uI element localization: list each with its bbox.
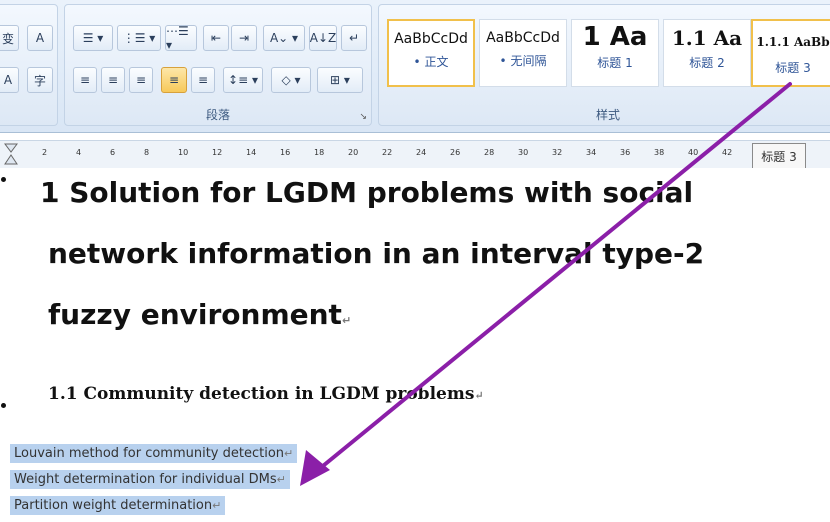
justify-button[interactable]: ≡ (161, 67, 187, 93)
style-preview: AaBbCcDd (394, 31, 468, 47)
paragraph-group-label: 段落 (205, 108, 230, 122)
ruler-tick-label: 40 (688, 148, 699, 157)
styles-group-label: 样式 (595, 108, 620, 122)
heading-2[interactable]: 1.1 Community detection in LGDM problems… (48, 384, 484, 404)
char-shading-button[interactable]: A (0, 67, 19, 93)
paragraph-group: ☰ ▾ ⋮☰ ▾ ⋯☰ ▾ ⇤ ⇥ A⌄ ▾ A↓Z ↵ ≡ ≡ ≡ ≡ ≡ ↕… (64, 4, 372, 126)
increase-indent-button[interactable]: ⇥ (231, 25, 257, 51)
distributed-button[interactable]: ≡ (191, 67, 215, 93)
document-page[interactable] (0, 168, 830, 522)
ruler-tick-label: 12 (212, 148, 223, 157)
ruler-tick-label: 32 (552, 148, 563, 157)
ruler-tick-label: 2 (42, 148, 48, 157)
ruler-tick-label: 38 (654, 148, 665, 157)
multilevel-list-button[interactable]: ⋯☰ ▾ (165, 24, 197, 52)
ruler-tick-label: 28 (484, 148, 495, 157)
style-preview: AaBbCcDd (486, 30, 560, 46)
heading-list-marker (1, 177, 6, 182)
chinese-layout-button[interactable]: A⌄ ▾ (263, 25, 305, 51)
style-name: • 正文 (413, 55, 449, 69)
style-name: 标题 3 (775, 61, 811, 75)
ruler-tick-label: 26 (450, 148, 461, 157)
font-group-partial: 变 A A 字 (0, 4, 58, 126)
heading-2-list-marker (1, 403, 6, 408)
style-heading-1[interactable]: 1 Aa 标题 1 (571, 19, 659, 87)
ribbon: 变 A A 字 ☰ ▾ ⋮☰ ▾ ⋯☰ ▾ ⇤ ⇥ A⌄ ▾ A↓Z ↵ ≡ ≡… (0, 0, 830, 133)
style-normal[interactable]: AaBbCcDd • 正文 (387, 19, 475, 87)
style-heading-3[interactable]: 1.1.1 AaBb 标题 3 (751, 19, 830, 87)
borders-button[interactable]: ⊞ ▾ (317, 67, 363, 93)
horizontal-ruler[interactable]: 2468101214161820222426283032343638404246 (0, 140, 830, 170)
paragraph-mark-icon: ↵ (341, 314, 352, 327)
ruler-tick-label: 36 (620, 148, 631, 157)
show-marks-button[interactable]: ↵ (341, 25, 367, 51)
ruler-tick-label: 6 (110, 148, 116, 157)
char-border-button[interactable]: A (27, 25, 53, 51)
style-name: 标题 2 (689, 56, 725, 70)
ruler-tick-label: 16 (280, 148, 291, 157)
heading-1-line-1[interactable]: 1 Solution for LGDM problems with social (40, 176, 693, 209)
align-left-button[interactable]: ≡ (73, 67, 97, 93)
selected-line-2[interactable]: Weight determination for individual DMs↵ (10, 470, 290, 489)
style-tooltip: 标题 3 (752, 143, 806, 169)
line-spacing-button[interactable]: ↕≡ ▾ (223, 67, 263, 93)
paragraph-mark-icon: ↵ (212, 499, 222, 512)
style-preview: 1 Aa (582, 22, 648, 52)
style-preview: 1.1 Aa (671, 26, 743, 50)
ruler-tick-label: 4 (76, 148, 82, 157)
ruler-tick-label: 18 (314, 148, 325, 157)
indent-marker-icon[interactable] (4, 143, 18, 167)
ruler-tick-label: 24 (416, 148, 427, 157)
styles-group: AaBbCcDd • 正文 AaBbCcDd • 无间隔 1 Aa 标题 1 1… (378, 4, 830, 126)
ruler-tick-label: 8 (144, 148, 150, 157)
ruler-tick-label: 42 (722, 148, 733, 157)
enclose-char-button[interactable]: 字 (27, 67, 53, 93)
ruler-tick-label: 14 (246, 148, 257, 157)
ruler-tick-label: 20 (348, 148, 359, 157)
selected-line-1[interactable]: Louvain method for community detection↵ (10, 444, 298, 463)
style-preview: 1.1.1 AaBb (756, 35, 830, 49)
style-heading-2[interactable]: 1.1 Aa 标题 2 (663, 19, 751, 87)
ruler-tick-label: 22 (382, 148, 393, 157)
ruler-tick-label: 34 (586, 148, 597, 157)
paragraph-mark-icon: ↵ (284, 447, 294, 460)
align-right-button[interactable]: ≡ (129, 67, 153, 93)
selected-line-text: Louvain method for community detection (14, 446, 285, 461)
shading-button[interactable]: ◇ ▾ (271, 67, 311, 93)
style-no-spacing[interactable]: AaBbCcDd • 无间隔 (479, 19, 567, 87)
ruler-tick-label: 30 (518, 148, 529, 157)
style-name: 标题 1 (597, 56, 633, 70)
numbering-button[interactable]: ⋮☰ ▾ (117, 25, 161, 51)
heading-2-text: 1.1 Community detection in LGDM problems (48, 384, 475, 404)
heading-1-text: fuzzy environment (48, 298, 342, 331)
paragraph-mark-icon: ↵ (276, 473, 286, 486)
selected-line-text: Partition weight determination (14, 498, 213, 513)
selected-line-text: Weight determination for individual DMs (14, 472, 277, 487)
change-case-button[interactable]: 变 (0, 25, 19, 51)
bullets-button[interactable]: ☰ ▾ (73, 25, 113, 51)
center-button[interactable]: ≡ (101, 67, 125, 93)
sort-button[interactable]: A↓Z (309, 25, 337, 51)
paragraph-mark-icon: ↵ (474, 389, 484, 402)
selected-line-3[interactable]: Partition weight determination↵ (10, 496, 226, 515)
ruler-tick-label: 10 (178, 148, 189, 157)
heading-1-line-2[interactable]: network information in an interval type-… (48, 237, 704, 270)
heading-1-line-3[interactable]: fuzzy environment↵ (48, 298, 720, 331)
decrease-indent-button[interactable]: ⇤ (203, 25, 229, 51)
style-name: • 无间隔 (499, 54, 547, 68)
